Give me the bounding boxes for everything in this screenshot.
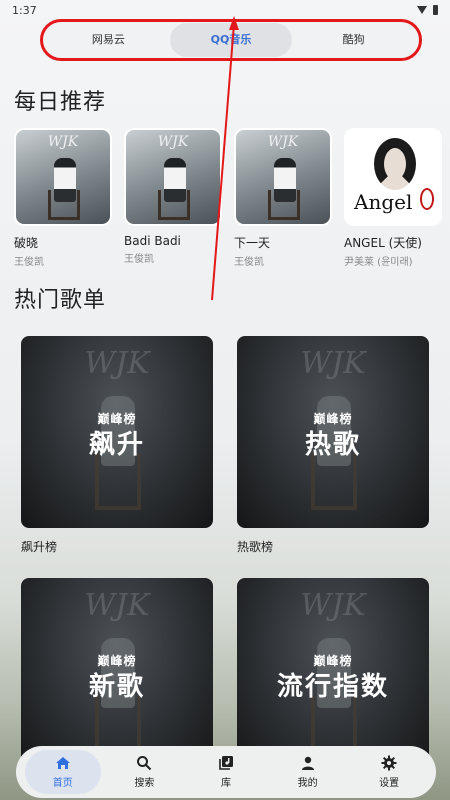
hot-playlists-title: 热门歌单 xyxy=(14,288,107,313)
song-card[interactable]: Angel ANGEL (天使) 尹美莱 (윤미래) xyxy=(344,128,442,268)
nav-settings[interactable]: 设置 xyxy=(351,750,427,794)
playlist-cover-title: 流行指数 xyxy=(276,672,389,702)
cover-logo: WJK xyxy=(300,588,366,623)
song-card[interactable]: WJK 下一天 王俊凯 xyxy=(234,128,332,268)
search-icon xyxy=(137,756,152,771)
tab-netease[interactable]: 网易云 xyxy=(47,23,170,57)
song-title: 破晓 xyxy=(14,236,39,250)
nav-label: 我的 xyxy=(297,778,318,789)
nav-label: 库 xyxy=(220,778,231,789)
cover-logo: WJK xyxy=(84,588,150,623)
status-bar: 1:37 xyxy=(0,0,450,20)
cover-logo: WJK xyxy=(84,346,150,381)
battery-icon xyxy=(433,5,438,15)
tab-qq-music[interactable]: QQ音乐 xyxy=(169,23,293,57)
playlist-cover: WJK 巅峰榜 新歌 xyxy=(21,578,213,770)
playlist-cover-title: 飙升 xyxy=(88,430,145,460)
playlist-cover: WJK 巅峰榜 流行指数 xyxy=(237,578,429,770)
song-artist: 王俊凯 xyxy=(14,257,44,268)
wifi-icon xyxy=(417,6,427,14)
song-title: 下一天 xyxy=(234,236,271,250)
status-icons xyxy=(417,5,438,15)
playlist-name: 飙升榜 xyxy=(21,540,58,554)
song-title: Badi Badi xyxy=(124,234,181,248)
nav-label: 搜索 xyxy=(134,778,155,789)
cover-logo: WJK xyxy=(300,346,366,381)
playlist-cover: WJK 巅峰榜 飙升 xyxy=(21,336,213,528)
daily-recommend-title: 每日推荐 xyxy=(14,90,107,115)
playlist-cover-title: 新歌 xyxy=(88,672,145,702)
song-cover: WJK xyxy=(124,128,222,226)
song-artist: 王俊凯 xyxy=(234,257,264,268)
playlist-cover: WJK 巅峰榜 热歌 xyxy=(237,336,429,528)
playlist-card[interactable]: WJK 巅峰榜 热歌 热歌榜 xyxy=(237,336,429,578)
home-icon xyxy=(55,757,70,769)
status-time: 1:37 xyxy=(12,3,37,17)
music-source-switch: 网易云 QQ音乐 酷狗 xyxy=(40,19,422,61)
cover-title: Angel xyxy=(354,190,413,214)
song-cover: WJK xyxy=(234,128,332,226)
daily-recommend-list: WJK 破晓 王俊凯 WJK Badi Badi 王俊凯 WJK 下一天 王俊凯… xyxy=(14,128,450,268)
library-icon xyxy=(219,756,233,770)
bottom-navigation: 首页 搜索 库 我的 设置 xyxy=(16,746,436,798)
song-cover: Angel xyxy=(344,128,442,226)
cover-logo: WJK xyxy=(47,134,79,150)
tab-kugou[interactable]: 酷狗 xyxy=(292,23,415,57)
playlist-card[interactable]: WJK 巅峰榜 飙升 飙升榜 xyxy=(21,336,213,578)
cover-logo: WJK xyxy=(267,134,299,150)
playlist-cover-title: 热歌 xyxy=(304,430,361,460)
nav-label: 设置 xyxy=(379,778,400,789)
nav-profile[interactable]: 我的 xyxy=(270,750,346,794)
person-icon xyxy=(301,756,314,770)
playlist-grid: WJK 巅峰榜 飙升 飙升榜 WJK 巅峰榜 热歌 热歌榜 WJK 巅峰榜 新歌… xyxy=(21,336,431,800)
song-artist: 王俊凯 xyxy=(124,254,154,265)
gear-icon xyxy=(381,755,397,771)
song-card[interactable]: WJK Badi Badi 王俊凯 xyxy=(124,128,222,268)
nav-search[interactable]: 搜索 xyxy=(106,750,182,794)
nav-label: 首页 xyxy=(52,778,73,789)
nav-library[interactable]: 库 xyxy=(188,750,264,794)
playlist-name: 热歌榜 xyxy=(237,540,274,554)
song-artist: 尹美莱 (윤미래) xyxy=(344,257,413,268)
nav-home[interactable]: 首页 xyxy=(24,750,101,794)
song-card[interactable]: WJK 破晓 王俊凯 xyxy=(14,128,112,268)
song-cover: WJK xyxy=(14,128,112,226)
song-title: ANGEL (天使) xyxy=(344,236,422,250)
cover-logo: WJK xyxy=(157,134,189,150)
